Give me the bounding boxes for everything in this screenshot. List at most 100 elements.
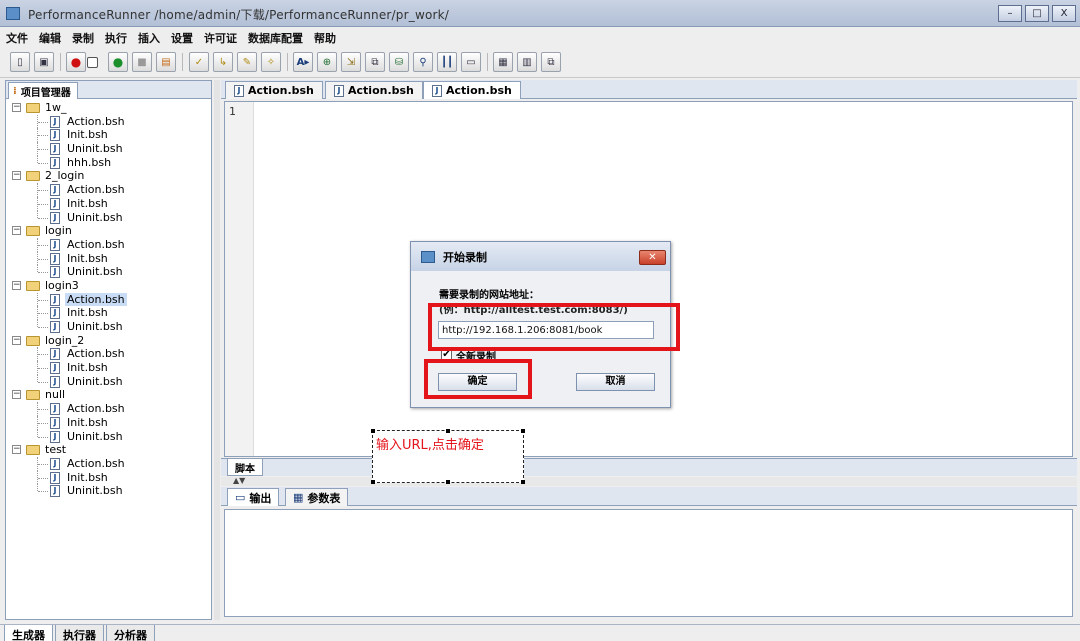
- tree-file[interactable]: J Action.bsh: [10, 347, 210, 362]
- menu-file[interactable]: 文件: [0, 27, 33, 46]
- resize-handle[interactable]: [371, 480, 375, 484]
- tree-folder[interactable]: − test: [10, 443, 210, 457]
- menu-edit[interactable]: 编辑: [33, 27, 66, 46]
- sql-icon[interactable]: ⛁: [389, 52, 409, 72]
- cancel-button[interactable]: 取消: [576, 373, 655, 391]
- editor-tab-1[interactable]: J Action.bsh: [225, 81, 323, 99]
- check-icon[interactable]: ✓: [189, 52, 209, 72]
- resize-handle[interactable]: [521, 480, 525, 484]
- tree-folder[interactable]: − 2_login: [10, 169, 210, 183]
- close-button[interactable]: X: [1052, 5, 1076, 22]
- settings-icon[interactable]: ▥: [517, 52, 537, 72]
- collapse-icon[interactable]: −: [12, 226, 21, 236]
- horizontal-splitter[interactable]: ▲▼: [221, 476, 1077, 486]
- tree-folder[interactable]: − login: [10, 224, 210, 238]
- function-icon[interactable]: ⧉: [365, 52, 385, 72]
- text-check-icon[interactable]: A▸: [293, 52, 313, 72]
- menu-license[interactable]: 许可证: [198, 27, 242, 46]
- tree-folder[interactable]: − 1w_: [10, 101, 210, 115]
- tree-line: [38, 409, 48, 411]
- tree-file[interactable]: J Init.bsh: [10, 415, 210, 430]
- menu-settings[interactable]: 设置: [165, 27, 198, 46]
- ok-highlight-box: [424, 359, 532, 399]
- collapse-icon[interactable]: −: [12, 390, 21, 400]
- collapse-icon[interactable]: −: [12, 280, 21, 290]
- tree-folder[interactable]: − null: [10, 388, 210, 402]
- tree-file[interactable]: J Uninit.bsh: [10, 142, 210, 156]
- tree-file[interactable]: J Action.bsh: [10, 183, 210, 197]
- tree-file[interactable]: J Action.bsh: [10, 114, 210, 129]
- tree-line: [37, 320, 38, 327]
- tab-project-manager[interactable]: ⁞ 项目管理器: [8, 82, 78, 99]
- rendezvous-icon[interactable]: ✎: [237, 52, 257, 72]
- export-icon[interactable]: ▤: [156, 52, 176, 72]
- tree-file[interactable]: J Uninit.bsh: [10, 210, 210, 225]
- transaction-icon[interactable]: ↳: [213, 52, 233, 72]
- think-time-icon[interactable]: ✧: [261, 52, 281, 72]
- java-file-icon: J: [50, 430, 60, 443]
- copy-icon[interactable]: ⧉: [541, 52, 561, 72]
- tree-folder[interactable]: − login3: [10, 279, 210, 293]
- tab-script[interactable]: 脚本: [227, 459, 263, 476]
- new-file-icon[interactable]: ▯: [10, 52, 30, 72]
- stop-icon[interactable]: ■: [132, 52, 152, 72]
- collapse-icon[interactable]: −: [12, 171, 21, 181]
- java-file-icon: J: [50, 321, 60, 333]
- tree-file[interactable]: J Uninit.bsh: [10, 429, 210, 444]
- tree-file[interactable]: J Uninit.bsh: [10, 374, 210, 389]
- menu-execute[interactable]: 执行: [99, 27, 132, 46]
- tree-file[interactable]: J Init.bsh: [10, 251, 210, 266]
- tab-generator[interactable]: 生成器: [4, 625, 53, 641]
- tree-file[interactable]: J Action.bsh: [10, 237, 210, 252]
- tab-output[interactable]: ▭ 输出: [227, 488, 280, 506]
- save-icon[interactable]: ▣: [34, 52, 54, 72]
- collapse-icon[interactable]: −: [12, 103, 21, 112]
- tree-file[interactable]: J Init.bsh: [10, 361, 210, 375]
- editor-tab-3[interactable]: J Action.bsh: [423, 81, 521, 99]
- tree-file[interactable]: J Init.bsh: [10, 470, 210, 485]
- chart-icon[interactable]: ┃┃: [437, 52, 457, 72]
- menu-help[interactable]: 帮助: [308, 27, 341, 46]
- link-icon[interactable]: ⚲: [413, 52, 433, 72]
- resize-handle[interactable]: [371, 429, 375, 433]
- editor-tab-2[interactable]: J Action.bsh: [325, 81, 423, 99]
- tree-file[interactable]: J Uninit.bsh: [10, 320, 210, 334]
- tab-parameter-table[interactable]: ▦ 参数表: [285, 488, 349, 506]
- resize-handle[interactable]: [521, 429, 525, 433]
- java-file-icon: J: [50, 307, 60, 320]
- vertical-splitter[interactable]: [214, 80, 220, 620]
- minimize-button[interactable]: –: [998, 5, 1022, 22]
- tree-file[interactable]: J Uninit.bsh: [10, 484, 210, 498]
- properties-icon[interactable]: ▦: [493, 52, 513, 72]
- comment-icon[interactable]: ▭: [461, 52, 481, 72]
- record-mode-checkbox[interactable]: [87, 57, 98, 68]
- record-icon[interactable]: ●: [66, 52, 86, 72]
- menu-db-config[interactable]: 数据库配置: [242, 27, 308, 46]
- tab-analyzer[interactable]: 分析器: [106, 625, 155, 641]
- collapse-icon[interactable]: −: [12, 335, 21, 345]
- maximize-button[interactable]: □: [1025, 5, 1049, 22]
- dialog-close-button[interactable]: ✕: [639, 250, 666, 265]
- tree-file[interactable]: J Action.bsh: [10, 456, 210, 471]
- resize-handle[interactable]: [446, 480, 450, 484]
- file-label: Action.bsh: [67, 237, 125, 251]
- output-area[interactable]: [224, 509, 1073, 617]
- tab-executor[interactable]: 执行器: [55, 625, 104, 641]
- menu-record[interactable]: 录制: [66, 27, 99, 46]
- collapse-icon[interactable]: −: [12, 445, 21, 455]
- tree-folder[interactable]: − login_2: [10, 334, 210, 348]
- tree-file[interactable]: J Uninit.bsh: [10, 265, 210, 279]
- splitter-arrows-icon[interactable]: ▲▼: [233, 476, 245, 485]
- tree-file[interactable]: J Action.bsh: [10, 402, 210, 416]
- tree-file[interactable]: Jhhh.bsh: [10, 155, 210, 170]
- resize-handle[interactable]: [446, 429, 450, 433]
- menu-insert[interactable]: 插入: [132, 27, 165, 46]
- insert-icon[interactable]: ⇲: [341, 52, 361, 72]
- file-label: Uninit.bsh: [67, 210, 123, 224]
- tree-file[interactable]: J Init.bsh: [10, 306, 210, 320]
- tree-file[interactable]: J Action.bsh: [10, 292, 210, 307]
- tree-file[interactable]: J Init.bsh: [10, 128, 210, 143]
- tree-file[interactable]: J Init.bsh: [10, 196, 210, 211]
- parameter-icon[interactable]: ⊕: [317, 52, 337, 72]
- run-icon[interactable]: ●: [108, 52, 128, 72]
